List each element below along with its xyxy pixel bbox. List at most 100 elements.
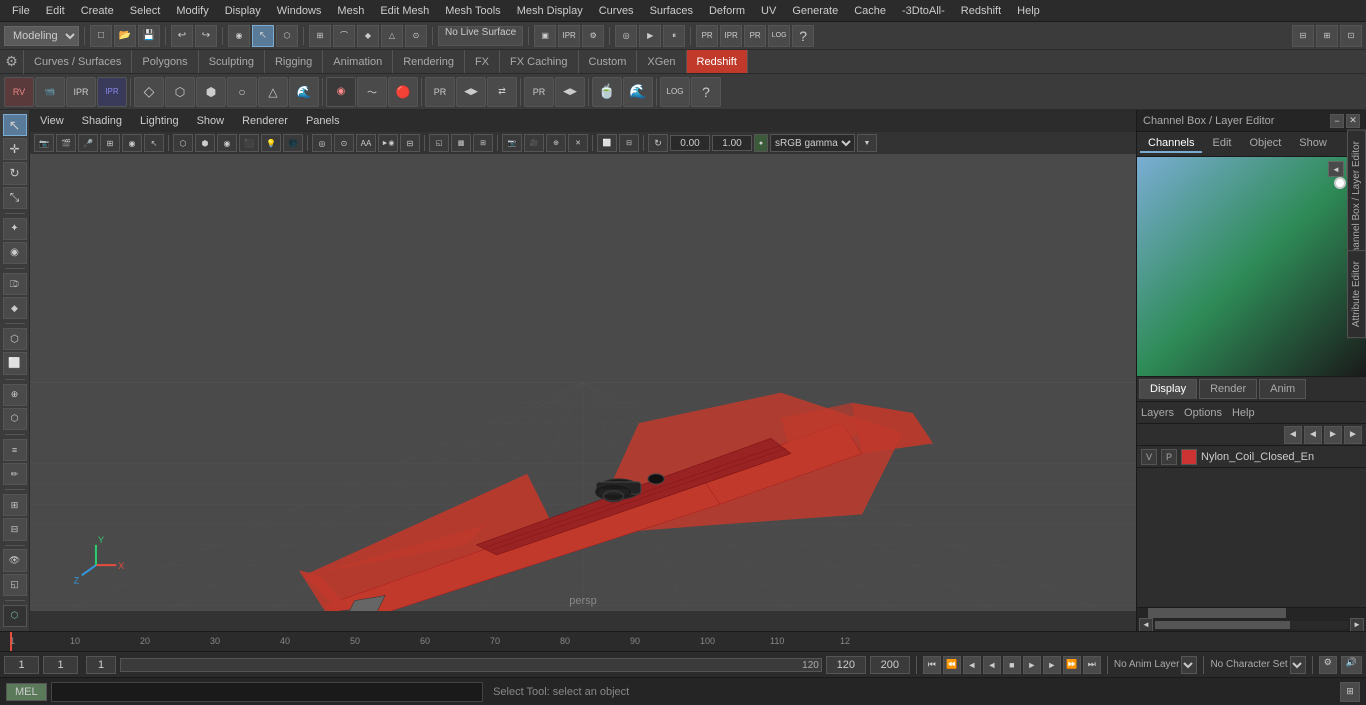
vp-tb-refresh[interactable]: ↻ bbox=[648, 134, 668, 152]
shelf-icon-14[interactable]: PR bbox=[425, 77, 455, 107]
lasso-tool-button[interactable]: ⬡ bbox=[276, 25, 298, 47]
start-frame-input[interactable] bbox=[4, 656, 39, 674]
new-scene-button[interactable]: □ bbox=[90, 25, 112, 47]
vp-scale-input[interactable] bbox=[712, 135, 752, 151]
snap-surface-button[interactable]: △ bbox=[381, 25, 403, 47]
redo-button[interactable]: ↪ bbox=[195, 25, 217, 47]
shelf-icon-3[interactable]: IPR bbox=[66, 77, 96, 107]
ipr-render-button[interactable]: IPR bbox=[558, 25, 580, 47]
rs-help-btn[interactable]: ? bbox=[792, 25, 814, 47]
layer-btn-4[interactable]: ► bbox=[1344, 426, 1362, 444]
shelf-tab-polygons[interactable]: Polygons bbox=[132, 50, 198, 73]
vp-tb-wireframe[interactable]: ⬡ bbox=[173, 134, 193, 152]
shelf-tab-redshift[interactable]: Redshift bbox=[687, 50, 748, 73]
stop-btn[interactable]: ■ bbox=[1003, 656, 1021, 674]
lt-unknown1[interactable]: ⊞ bbox=[3, 494, 27, 516]
menu-3dtoall[interactable]: -3DtoAll- bbox=[894, 3, 953, 19]
shelf-tab-animation[interactable]: Animation bbox=[323, 50, 393, 73]
render-view-button[interactable]: ▣ bbox=[534, 25, 556, 47]
max-frame-input[interactable] bbox=[870, 656, 910, 674]
vp-tb-smooth[interactable]: ⬢ bbox=[195, 134, 215, 152]
vp-tb-xray[interactable]: ⊙ bbox=[334, 134, 354, 152]
shelf-icon-7[interactable]: ⬢ bbox=[196, 77, 226, 107]
vp-coord-input[interactable] bbox=[670, 135, 710, 151]
rotate-tool-lt[interactable]: ↻ bbox=[3, 162, 27, 184]
viewport[interactable]: View Shading Lighting Show Renderer Pane… bbox=[30, 110, 1136, 631]
attribute-editor-side-tab[interactable]: Attribute Editor bbox=[1347, 250, 1366, 338]
render-settings-button[interactable]: ⚙ bbox=[582, 25, 604, 47]
shelf-icon-8[interactable]: ○ bbox=[227, 77, 257, 107]
menu-generate[interactable]: Generate bbox=[784, 3, 846, 19]
vp-tb-hud[interactable]: ⊟ bbox=[400, 134, 420, 152]
shelf-icon-5[interactable]: ◇ bbox=[134, 77, 164, 107]
no-live-surface-button[interactable]: No Live Surface bbox=[438, 26, 523, 46]
vp-tb-light[interactable]: 💡 bbox=[261, 134, 281, 152]
rs-log-btn[interactable]: LOG bbox=[768, 25, 790, 47]
vp-menu-renderer[interactable]: Renderer bbox=[238, 113, 292, 129]
universal-manip-lt[interactable]: ✦ bbox=[3, 218, 27, 240]
vp-menu-view[interactable]: View bbox=[36, 113, 68, 129]
vp-tb-res2[interactable]: ▩ bbox=[451, 134, 471, 152]
vp-menu-show[interactable]: Show bbox=[193, 113, 229, 129]
goto-start-btn[interactable]: ⏮ bbox=[923, 656, 941, 674]
shelf-icon-18[interactable]: ◀▶ bbox=[555, 77, 585, 107]
layout-btn3[interactable]: ⊡ bbox=[1340, 25, 1362, 47]
vp-tb-colorspace-btn[interactable]: ▼ bbox=[857, 134, 877, 152]
vp-tb-snap[interactable]: ⊞ bbox=[100, 134, 120, 152]
lt-hide[interactable]: 👁 bbox=[3, 549, 27, 571]
shelf-tab-rigging[interactable]: Rigging bbox=[265, 50, 323, 73]
play-fwd-btn[interactable]: ► bbox=[1023, 656, 1041, 674]
bc-settings-btn[interactable]: ⚙ bbox=[1319, 656, 1337, 674]
hypershade-button[interactable]: ◎ bbox=[615, 25, 637, 47]
layer-btn-2[interactable]: ◄ bbox=[1304, 426, 1322, 444]
scale-tool-lt[interactable]: ⤡ bbox=[3, 187, 27, 209]
shelf-icon-4[interactable]: IPR bbox=[97, 77, 127, 107]
vp-tb-camera[interactable]: 📷 bbox=[34, 134, 54, 152]
layer-btn-3[interactable]: ► bbox=[1324, 426, 1342, 444]
lt-unknown2[interactable]: ⊟ bbox=[3, 518, 27, 540]
undo-button[interactable]: ↩ bbox=[171, 25, 193, 47]
rp-object-tab[interactable]: Object bbox=[1241, 135, 1289, 153]
rp-render-tab[interactable]: Render bbox=[1199, 379, 1257, 399]
vp-colorspace-select[interactable]: sRGB gamma bbox=[770, 134, 855, 152]
scroll-left-btn[interactable]: ◄ bbox=[1139, 618, 1153, 632]
vp-tb-gate2[interactable]: ⊟ bbox=[619, 134, 639, 152]
menu-windows[interactable]: Windows bbox=[269, 3, 330, 19]
bc-audio-btn[interactable]: 🔊 bbox=[1341, 656, 1362, 674]
step-back-btn[interactable]: ⏪ bbox=[943, 656, 961, 674]
menu-cache[interactable]: Cache bbox=[846, 3, 894, 19]
shelf-tab-sculpting[interactable]: Sculpting bbox=[199, 50, 265, 73]
shelf-tab-xgen[interactable]: XGen bbox=[637, 50, 686, 73]
shelf-icon-16[interactable]: ⇄ bbox=[487, 77, 517, 107]
shelf-icon-9[interactable]: △ bbox=[258, 77, 288, 107]
shelf-icon-2[interactable]: 📹 bbox=[35, 77, 65, 107]
shelf-tab-curves-surfaces[interactable]: Curves / Surfaces bbox=[24, 50, 132, 73]
vp-menu-shading[interactable]: Shading bbox=[78, 113, 126, 129]
vp-tb-snap2[interactable]: ◉ bbox=[122, 134, 142, 152]
layer-p-btn-0[interactable]: P bbox=[1161, 449, 1177, 465]
shelf-gear-icon[interactable]: ⚙ bbox=[0, 50, 24, 74]
lt-unknown3[interactable]: ◱ bbox=[3, 574, 27, 596]
vp-tb-res1[interactable]: ◱ bbox=[429, 134, 449, 152]
lt-crease[interactable]: ≡ bbox=[3, 439, 27, 461]
shelf-tab-fx[interactable]: FX bbox=[465, 50, 500, 73]
shelf-tab-rendering[interactable]: Rendering bbox=[393, 50, 465, 73]
menu-redshift[interactable]: Redshift bbox=[953, 3, 1009, 19]
save-scene-button[interactable]: 💾 bbox=[138, 25, 160, 47]
scroll-right-btn[interactable]: ► bbox=[1350, 618, 1364, 632]
play-back-btn[interactable]: ◄ bbox=[983, 656, 1001, 674]
goto-end-btn[interactable]: ⏭ bbox=[1083, 656, 1101, 674]
horizontal-scrollbar[interactable] bbox=[1155, 621, 1348, 629]
open-scene-button[interactable]: 📂 bbox=[114, 25, 136, 47]
rp-edit-tab[interactable]: Edit bbox=[1204, 135, 1239, 153]
select-tool-button[interactable]: ↖ bbox=[252, 25, 274, 47]
anim-layer-select[interactable]: ▼ bbox=[1181, 656, 1197, 674]
rp-channels-tab[interactable]: Channels bbox=[1140, 135, 1202, 153]
shelf-icon-22[interactable]: ? bbox=[691, 77, 721, 107]
vp-tb-shadow[interactable]: 🌑 bbox=[283, 134, 303, 152]
vp-tb-video[interactable]: 🎬 bbox=[56, 134, 76, 152]
scrollbar-thumb[interactable] bbox=[1148, 608, 1285, 618]
menu-mesh-display[interactable]: Mesh Display bbox=[509, 3, 591, 19]
rp-display-tab[interactable]: Display bbox=[1139, 379, 1197, 399]
snap-grid-button[interactable]: ⊞ bbox=[309, 25, 331, 47]
